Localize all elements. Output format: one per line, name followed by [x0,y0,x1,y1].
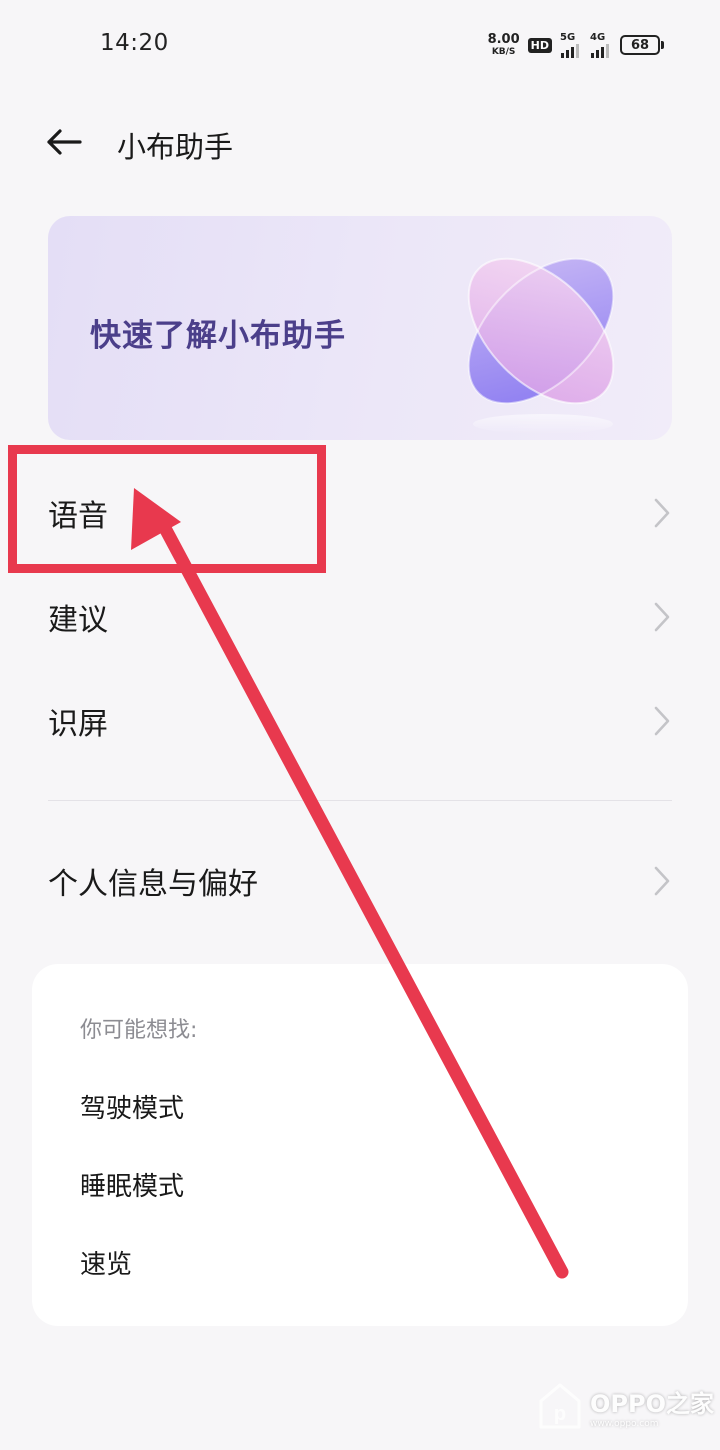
svg-text:p: p [554,1403,566,1425]
annotation-arrow-icon [131,488,569,1279]
watermark: p OPPO之家 www.oppo.com [538,1380,714,1432]
watermark-text: OPPO之家 [590,1389,714,1418]
house-logo-icon: p [539,1383,581,1429]
watermark-url: www.oppo.com [590,1418,659,1429]
